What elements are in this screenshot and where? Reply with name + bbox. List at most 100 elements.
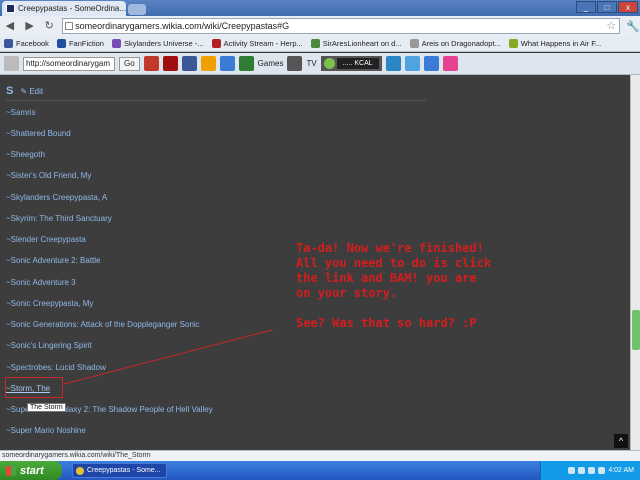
tab-strip: Creepypastas - SomeOrdina... x _ □ x bbox=[0, 0, 640, 16]
addon-search-input[interactable]: http://someordinarygam bbox=[23, 56, 115, 71]
scroll-to-top-button[interactable]: ^ bbox=[614, 434, 628, 448]
facebook-icon[interactable] bbox=[181, 56, 197, 71]
story-link[interactable]: ~Sonic's Lingering Spirit bbox=[6, 341, 92, 350]
story-link[interactable]: ~Slender Creepypasta bbox=[6, 235, 86, 244]
games-label[interactable]: Games bbox=[258, 59, 284, 68]
navigation-toolbar: ◀ ▶ ↻ someordinarygamers.wikia.com/wiki/… bbox=[0, 16, 640, 36]
story-link[interactable]: ~Sheegoth bbox=[6, 150, 45, 159]
page-icon bbox=[409, 39, 419, 48]
story-link[interactable]: ~Sonic Adventure 2: Battle bbox=[6, 256, 101, 265]
story-link[interactable]: ~Samris bbox=[6, 108, 36, 117]
fanfiction-icon bbox=[56, 39, 66, 48]
toolbar-logo-icon bbox=[4, 56, 19, 71]
edit-label: Edit bbox=[29, 87, 44, 96]
bookmark-label: Activity Stream - Herp... bbox=[223, 39, 303, 48]
start-label: start bbox=[20, 464, 44, 477]
wrench-menu-icon[interactable]: 🔧 bbox=[626, 20, 640, 33]
bookmark-label: Areis on Dragonadopt... bbox=[421, 39, 501, 48]
task-label: Creepypastas - Some... bbox=[87, 467, 161, 474]
tv-label[interactable]: TV bbox=[306, 59, 316, 68]
scrollbar-thumb[interactable] bbox=[632, 310, 640, 350]
back-button[interactable]: ◀ bbox=[3, 19, 17, 33]
story-link[interactable]: ~Super Mario Noshine bbox=[6, 426, 86, 435]
bookmark-skylanders[interactable]: Skylanders Universe -... bbox=[111, 39, 204, 48]
annotation-paragraph-1: Ta-da! Now we're finished! All you need … bbox=[296, 241, 492, 300]
story-link[interactable]: ~Shattered Bound bbox=[6, 129, 71, 138]
bookmark-label: SirAresLionheart on d... bbox=[322, 39, 402, 48]
weather-icon[interactable] bbox=[219, 56, 235, 71]
alert-icon[interactable] bbox=[442, 56, 458, 71]
bookmark-fanfiction[interactable]: FanFiction bbox=[56, 39, 104, 48]
clock: 4:02 AM bbox=[608, 467, 634, 474]
top100-icon[interactable] bbox=[162, 56, 178, 71]
tab-title: Creepypastas - SomeOrdina... bbox=[18, 4, 126, 13]
bookmark-siraresl[interactable]: SirAresLionheart on d... bbox=[310, 39, 402, 48]
tab-creepypastas[interactable]: Creepypastas - SomeOrdina... x bbox=[2, 1, 126, 16]
skylanders-icon bbox=[111, 39, 121, 48]
story-link[interactable]: ~Sonic Creepypasta, My bbox=[6, 299, 93, 308]
edit-link[interactable]: ✎ Edit bbox=[20, 87, 43, 96]
games-icon[interactable] bbox=[238, 56, 254, 71]
radio-player: ..... KCAL bbox=[320, 56, 382, 71]
play-icon[interactable] bbox=[323, 58, 335, 69]
page-content: S ✎ Edit ~Samris ~Shattered Bound ~Sheeg… bbox=[0, 75, 630, 450]
new-tab-button[interactable] bbox=[128, 4, 146, 15]
section-heading: S ✎ Edit bbox=[6, 85, 43, 97]
bookmark-facebook[interactable]: Facebook bbox=[4, 39, 49, 48]
wikia-favicon-icon bbox=[6, 4, 15, 13]
page-icon bbox=[65, 22, 74, 30]
bookmark-areis[interactable]: Areis on Dragonadopt... bbox=[409, 39, 501, 48]
youtube-icon[interactable] bbox=[143, 56, 159, 71]
tray-icon[interactable] bbox=[568, 467, 576, 474]
bookmark-label: Skylanders Universe -... bbox=[123, 39, 204, 48]
bookmarks-bar: Facebook FanFiction Skylanders Universe … bbox=[0, 36, 640, 52]
story-link[interactable]: ~Sister's Old Friend, My bbox=[6, 171, 91, 180]
e-icon bbox=[508, 39, 518, 48]
forward-button[interactable]: ▶ bbox=[23, 19, 37, 33]
system-tray: 4:02 AM bbox=[540, 461, 640, 480]
status-bar: someordinarygamers.wikia.com/wiki/The_St… bbox=[0, 450, 640, 461]
story-link[interactable]: ~Skylanders Creepypasta, A bbox=[6, 193, 107, 202]
volume-icon[interactable] bbox=[598, 467, 606, 474]
tray-icon[interactable] bbox=[578, 467, 586, 474]
story-link[interactable]: ~Sonic Adventure 3 bbox=[6, 278, 76, 287]
section-divider bbox=[6, 100, 426, 101]
chrome-icon bbox=[76, 466, 84, 475]
bookmark-activity-stream[interactable]: Activity Stream - Herp... bbox=[211, 39, 303, 48]
story-link[interactable]: ~Sonic Generations: Attack of the Dopple… bbox=[6, 320, 200, 329]
close-window-button[interactable]: x bbox=[618, 1, 638, 13]
facebook-icon bbox=[4, 39, 13, 48]
bookmark-label: Facebook bbox=[16, 39, 49, 48]
taskbar: start Creepypastas - Some... 4:02 AM bbox=[0, 461, 640, 480]
chat-icon[interactable] bbox=[385, 56, 401, 71]
h-icon bbox=[211, 39, 221, 48]
a-icon[interactable] bbox=[423, 56, 439, 71]
go-button[interactable]: Go bbox=[119, 56, 140, 71]
bookmark-label: What Happens in Air F... bbox=[520, 39, 602, 48]
highlight-box bbox=[5, 377, 63, 398]
mail-icon[interactable] bbox=[404, 56, 420, 71]
bookmark-star-icon[interactable]: ☆ bbox=[606, 19, 616, 33]
tv-icon[interactable] bbox=[287, 56, 303, 71]
minimize-button[interactable]: _ bbox=[576, 1, 596, 13]
page-scrollbar[interactable] bbox=[630, 75, 640, 450]
story-link[interactable]: ~Skyrim: The Third Sanctuary bbox=[6, 214, 112, 223]
story-link[interactable]: ~Spectrobes: Lucid Shadow bbox=[6, 363, 106, 372]
reload-button[interactable]: ↻ bbox=[42, 19, 56, 33]
start-button[interactable]: start bbox=[0, 461, 62, 480]
addon-toolbar: http://someordinarygam Go Games TV .....… bbox=[0, 53, 640, 75]
bookmark-label: FanFiction bbox=[68, 39, 104, 48]
address-url: someordinarygamers.wikia.com/wiki/Creepy… bbox=[75, 21, 290, 31]
messenger-icon[interactable] bbox=[200, 56, 216, 71]
taskbar-chrome-window[interactable]: Creepypastas - Some... bbox=[72, 463, 167, 478]
section-letter: S bbox=[6, 85, 14, 97]
address-bar[interactable]: someordinarygamers.wikia.com/wiki/Creepy… bbox=[62, 18, 621, 34]
tray-icon[interactable] bbox=[588, 467, 596, 474]
maximize-button[interactable]: □ bbox=[597, 1, 617, 13]
deviantart-icon bbox=[310, 39, 320, 48]
windows-logo-icon bbox=[6, 465, 16, 476]
radio-station-select[interactable]: ..... KCAL bbox=[336, 58, 379, 69]
annotation-paragraph-2: See? Was that so hard? :P bbox=[296, 316, 477, 330]
bookmark-what-happens[interactable]: What Happens in Air F... bbox=[508, 39, 602, 48]
annotation-text: Ta-da! Now we're finished! All you need … bbox=[296, 241, 496, 346]
